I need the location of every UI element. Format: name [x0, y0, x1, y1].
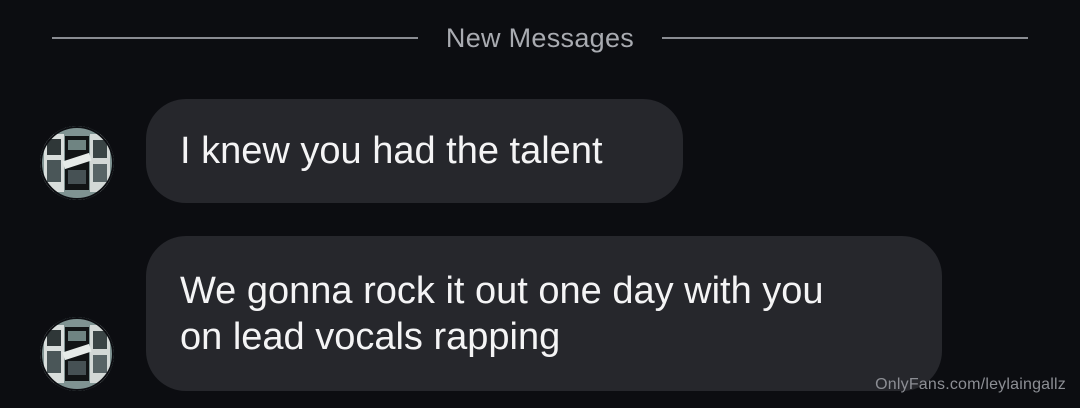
profile-avatar-icon — [40, 126, 114, 200]
avatar[interactable] — [40, 126, 114, 200]
message-bubble[interactable]: I knew you had the talent — [146, 99, 683, 203]
message-text: I knew you had the talent — [180, 130, 603, 172]
avatar[interactable] — [40, 317, 114, 391]
divider-line-left — [52, 37, 418, 39]
divider-line-right — [662, 37, 1029, 39]
new-messages-label: New Messages — [445, 22, 635, 53]
watermark: OnlyFans.com/leylaingallz — [875, 376, 1066, 393]
profile-avatar-icon — [40, 317, 114, 391]
new-messages-divider: New Messages — [52, 20, 1029, 56]
message-text: We gonna rock it out one day with you on… — [180, 269, 824, 358]
message-bubble[interactable]: We gonna rock it out one day with you on… — [146, 236, 942, 391]
